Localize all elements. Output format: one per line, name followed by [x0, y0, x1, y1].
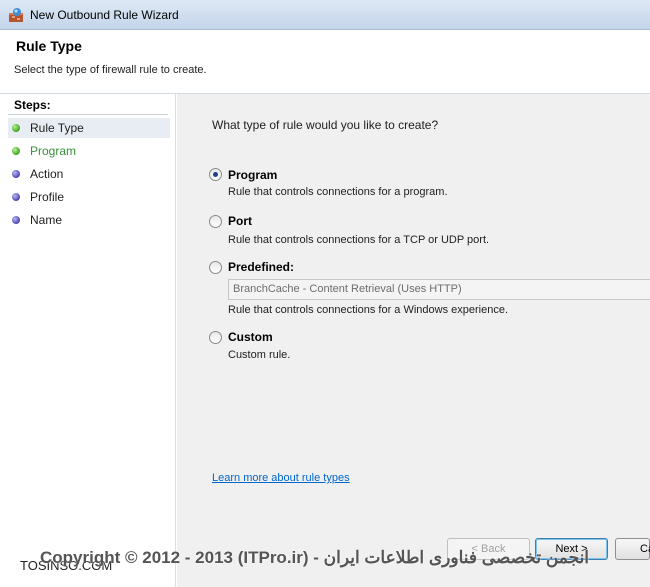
steps-divider	[8, 114, 168, 115]
custom-option-label[interactable]: Custom	[228, 330, 273, 344]
window-title: New Outbound Rule Wizard	[30, 8, 179, 22]
predefined-option-label[interactable]: Predefined:	[228, 260, 294, 274]
program-radio[interactable]	[209, 168, 222, 181]
main-content: What type of rule would you like to crea…	[177, 94, 650, 587]
firewall-icon	[9, 8, 23, 22]
step-label: Action	[30, 167, 64, 181]
step-complete-icon	[12, 147, 20, 155]
custom-radio[interactable]	[209, 331, 222, 344]
predefined-rule-select[interactable]: BranchCache - Content Retrieval (Uses HT…	[228, 279, 650, 300]
step-rule-type[interactable]: Rule Type	[8, 118, 170, 138]
predefined-option-description: Rule that controls connections for a Win…	[228, 304, 509, 316]
step-label: Program	[30, 144, 77, 158]
step-action[interactable]: Action	[8, 164, 170, 184]
steps-heading: Steps:	[14, 98, 51, 112]
step-pending-icon	[12, 193, 20, 201]
step-label: Name	[30, 213, 63, 227]
port-option-description: Rule that controls connections for a TCP…	[228, 234, 490, 246]
copyright-watermark: Copyright © 2012 - 2013 (ITPro.ir) - انج…	[40, 548, 590, 567]
step-label: Rule Type	[30, 121, 84, 135]
step-pending-icon	[12, 170, 20, 178]
wizard-header: Rule Type Select the type of firewall ru…	[0, 30, 650, 94]
steps-panel: Steps: Rule Type Program Action Profile …	[0, 94, 176, 587]
page-title: Rule Type	[16, 38, 82, 54]
step-pending-icon	[12, 216, 20, 224]
program-option-label[interactable]: Program	[228, 168, 277, 182]
rule-type-question: What type of rule would you like to crea…	[212, 118, 439, 132]
step-program[interactable]: Program	[8, 141, 170, 161]
learn-more-link[interactable]: Learn more about rule types	[212, 472, 350, 484]
predefined-radio[interactable]	[209, 261, 222, 274]
step-name[interactable]: Name	[8, 210, 170, 230]
port-option-label[interactable]: Port	[228, 214, 252, 228]
custom-option-description: Custom rule.	[228, 349, 291, 361]
page-description: Select the type of firewall rule to crea…	[14, 64, 207, 76]
step-complete-icon	[12, 124, 20, 132]
program-option-description: Rule that controls connections for a pro…	[228, 186, 448, 198]
title-bar: New Outbound Rule Wizard	[0, 0, 650, 30]
step-profile[interactable]: Profile	[8, 187, 170, 207]
cancel-button[interactable]: Ca	[615, 538, 650, 560]
port-radio[interactable]	[209, 215, 222, 228]
step-label: Profile	[30, 190, 65, 204]
